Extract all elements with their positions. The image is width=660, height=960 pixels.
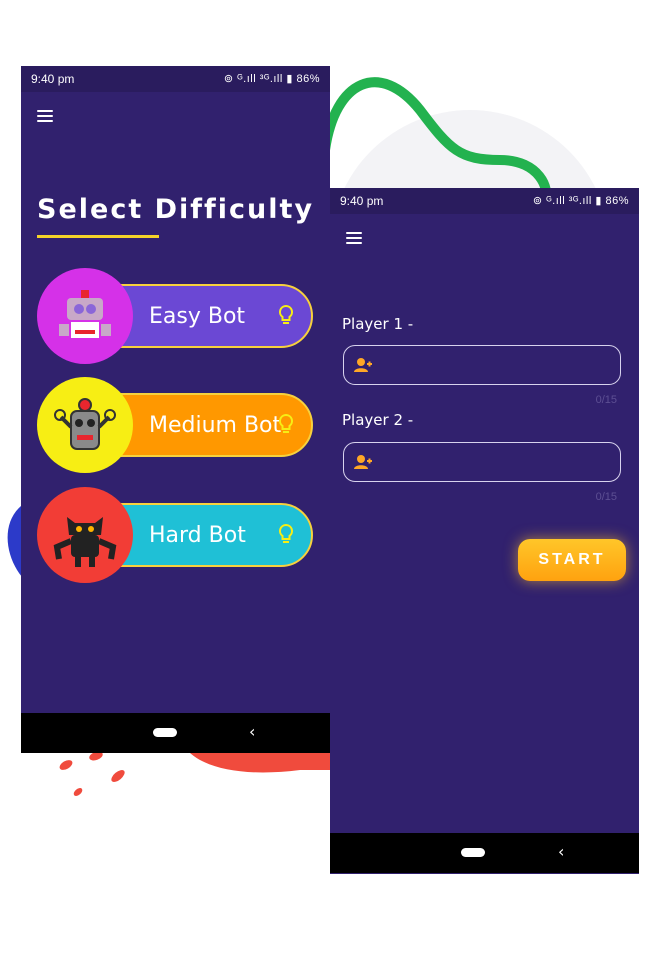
lightbulb-icon <box>278 413 294 433</box>
add-user-icon <box>354 358 372 372</box>
monster-robot-icon <box>53 517 117 567</box>
status-time: 9:40 pm <box>340 194 384 208</box>
easy-bot-avatar[interactable] <box>37 268 133 364</box>
medium-bot-label: Medium Bot <box>149 413 282 438</box>
player2-input[interactable] <box>343 442 621 482</box>
robot-icon <box>59 290 111 338</box>
status-time: 9:40 pm <box>31 72 75 86</box>
difficulty-screen: 9:40 pm ⊚ ᴳ.ıll ³ᴳ.ıll ▮ 86% Select Diff… <box>21 66 330 753</box>
menu-icon[interactable] <box>346 232 362 244</box>
navigation-bar: ‹ <box>21 713 330 753</box>
status-icons: ⊚ ᴳ.ıll ³ᴳ.ıll ▮ 86% <box>532 195 629 207</box>
home-button[interactable] <box>152 728 177 737</box>
player1-char-counter: 0/15 <box>595 394 617 406</box>
status-bar: 9:40 pm ⊚ ᴳ.ıll ³ᴳ.ıll ▮ 86% <box>330 188 639 214</box>
status-icons: ⊚ ᴳ.ıll ³ᴳ.ıll ▮ 86% <box>223 73 320 85</box>
player2-char-counter: 0/15 <box>595 491 617 503</box>
title-underline <box>37 235 159 238</box>
status-bar: 9:40 pm ⊚ ᴳ.ıll ³ᴳ.ıll ▮ 86% <box>21 66 330 92</box>
menu-icon[interactable] <box>37 110 53 122</box>
add-user-icon <box>354 455 372 469</box>
hard-bot-label: Hard Bot <box>149 523 246 548</box>
player-setup-screen: 9:40 pm ⊚ ᴳ.ıll ³ᴳ.ıll ▮ 86% Player 1 - … <box>330 188 639 874</box>
medium-bot-avatar[interactable] <box>37 377 133 473</box>
lightbulb-icon <box>278 304 294 324</box>
back-button[interactable]: ‹ <box>558 842 564 861</box>
player1-label: Player 1 - <box>342 315 414 333</box>
robot-icon <box>54 398 116 450</box>
lightbulb-icon <box>278 523 294 543</box>
navigation-bar: ‹ <box>330 833 639 873</box>
hard-bot-avatar[interactable] <box>37 487 133 583</box>
page-title: Select Difficulty <box>37 194 315 225</box>
start-button[interactable]: START <box>518 539 626 581</box>
easy-bot-label: Easy Bot <box>149 304 246 329</box>
back-button[interactable]: ‹ <box>249 722 255 741</box>
player2-label: Player 2 - <box>342 411 414 429</box>
home-button[interactable] <box>460 848 485 857</box>
player1-input[interactable] <box>343 345 621 385</box>
